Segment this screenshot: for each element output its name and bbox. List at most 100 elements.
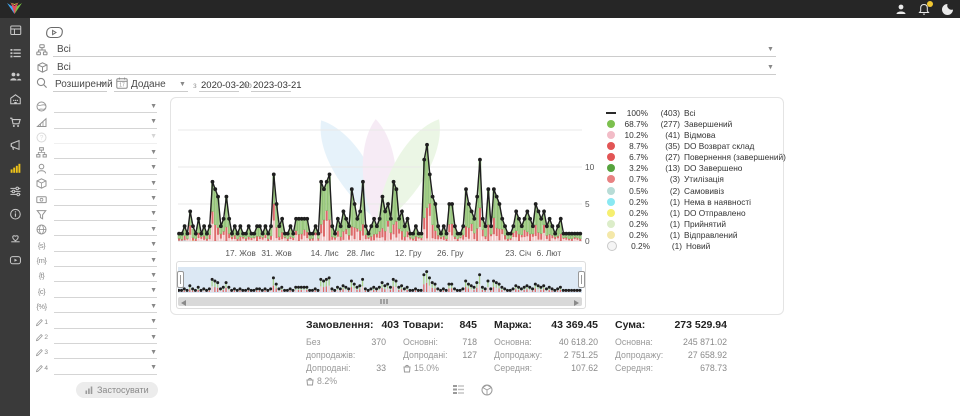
legend-label: Відмова <box>684 130 715 140</box>
filter-dropdown[interactable]: ▼ <box>54 177 157 190</box>
product-filter-field[interactable] <box>53 61 776 75</box>
legend-item[interactable]: 8.7%(35)DO Возврат склад <box>607 140 779 151</box>
filter-dropdown[interactable]: ▼ <box>54 346 157 359</box>
legend-item[interactable]: 0.2%(1)Нема в наявності <box>607 196 779 207</box>
chevron-down-icon: ▼ <box>150 257 157 264</box>
summary-detail-row: Допродані:33 <box>306 362 386 375</box>
filter-row-11[interactable]: {m}▼ <box>30 253 160 268</box>
product-view-icon[interactable] <box>481 384 493 396</box>
filter-dropdown[interactable]: ▼ <box>54 131 157 144</box>
filter-row-9[interactable]: ▼ <box>30 222 160 237</box>
video-tutorials-icon <box>9 254 22 266</box>
chevron-down-icon: ▼ <box>150 149 157 156</box>
filter-row-15[interactable]: 1▼ <box>30 314 160 329</box>
legend-item[interactable]: 0.2%(1)DO Отправлено <box>607 207 779 218</box>
scrollbar-grip[interactable] <box>380 299 388 304</box>
apply-button[interactable]: Застосувати <box>76 382 158 398</box>
legend-dot-swatch <box>607 142 615 150</box>
legend-item[interactable]: 0.7%(3)Утилізація <box>607 174 779 185</box>
date-field-box[interactable] <box>114 78 188 92</box>
filter-dropdown[interactable]: ▼ <box>54 316 157 329</box>
category-tree-icon <box>36 147 47 158</box>
legend-item[interactable]: 0.5%(2)Самовивіз <box>607 185 779 196</box>
filter-row-2[interactable]: ▼ <box>30 114 160 129</box>
filter-row-5[interactable]: ▼ <box>30 161 160 176</box>
upsell-share-badge: 8.2% <box>306 375 386 388</box>
overview-mini-chart[interactable] <box>178 267 582 293</box>
statistics-bars-icon <box>9 162 22 174</box>
search-icon[interactable] <box>36 77 48 89</box>
summary-column: Сума:273 529.94Основна:245 871.02Допрода… <box>615 319 727 388</box>
filter-dropdown[interactable]: ▼ <box>54 208 157 221</box>
filter-row-4[interactable]: ▼ <box>30 145 160 160</box>
brush-handle-left[interactable] <box>177 271 184 288</box>
overview-scrollbar[interactable] <box>178 297 582 306</box>
sidebar-item-store[interactable] <box>0 87 30 110</box>
filter-dropdown[interactable]: ▼ <box>54 362 157 375</box>
filter-row-16[interactable]: 2▼ <box>30 330 160 345</box>
filter-row-14[interactable]: {%}▼ <box>30 299 160 314</box>
filter-dropdown[interactable]: ▼ <box>54 193 157 206</box>
moon-icon[interactable] <box>940 2 954 16</box>
chevron-down-icon[interactable]: ▼ <box>767 64 774 71</box>
filter-row-17[interactable]: 3▼ <box>30 345 160 360</box>
legend-item[interactable]: 68.7%(277)Завершений <box>607 118 779 129</box>
legend-item[interactable]: 0.2%(1)Новий <box>607 241 779 252</box>
filter-row-8[interactable]: ▼ <box>30 207 160 222</box>
filter-row-7[interactable]: ▼ <box>30 191 160 206</box>
bell-icon[interactable] <box>917 2 931 16</box>
sidebar-item-marketing-megaphone[interactable] <box>0 133 30 156</box>
sidebar-item-info[interactable] <box>0 202 30 225</box>
filter-dropdown[interactable]: ▼ <box>54 331 157 344</box>
summary-detail-value: 2 751.25 <box>564 349 598 362</box>
legend-item[interactable]: 0.2%(1)Відправлений <box>607 230 779 241</box>
table-view-icon[interactable] <box>452 384 465 395</box>
legend-count: (13) <box>648 163 680 173</box>
sidebar-item-loyalty-heart[interactable] <box>0 225 30 248</box>
upsell-share-badge: 15.0% <box>403 362 477 375</box>
chevron-down-icon[interactable]: ▼ <box>767 46 774 53</box>
sidebar-item-cart[interactable] <box>0 110 30 133</box>
filter-dropdown[interactable]: ▼ <box>54 269 157 282</box>
filter-dropdown[interactable]: ▼ <box>54 300 157 313</box>
legend-item[interactable]: 0.2%(1)Прийнятий <box>607 218 779 229</box>
legend-label: Новий <box>686 241 710 251</box>
sidebar-item-statistics-bars[interactable] <box>0 156 30 179</box>
legend-item[interactable]: 6.7%(27)Повернення (завершений) <box>607 152 779 163</box>
filter-dropdown[interactable]: ▼ <box>54 254 157 267</box>
legend-item[interactable]: 100%(403)Всі <box>607 107 779 118</box>
legend-count: (3) <box>648 174 680 184</box>
filter-dropdown[interactable]: ▼ <box>54 239 157 252</box>
brush-handle-right[interactable] <box>578 271 585 288</box>
filter-row-13[interactable]: {c}▼ <box>30 284 160 299</box>
filter-row-3[interactable]: ?▼ <box>30 130 160 145</box>
sidebar-item-sliders[interactable] <box>0 179 30 202</box>
video-filter-icon[interactable] <box>44 25 64 40</box>
scroll-left-arrow[interactable] <box>181 300 186 306</box>
filter-dropdown[interactable]: ▼ <box>54 162 157 175</box>
orders-list-icon <box>9 47 22 59</box>
filter-dropdown[interactable]: ▼ <box>54 146 157 159</box>
orders-timeseries-chart[interactable] <box>176 101 584 249</box>
legend-item[interactable]: 3.2%(13)DO Завершено <box>607 163 779 174</box>
scroll-right-arrow[interactable] <box>574 300 579 306</box>
filter-row-6[interactable]: ▼ <box>30 176 160 191</box>
filter-row-12[interactable]: {t}▼ <box>30 268 160 283</box>
filter-dropdown[interactable]: ▼ <box>54 285 157 298</box>
filter-dropdown[interactable]: ▼ <box>54 116 157 129</box>
sidebar-item-orders-list[interactable] <box>0 41 30 64</box>
x-tick-label: 6. Лют <box>537 248 562 258</box>
filter-row-10[interactable]: {s}▼ <box>30 238 160 253</box>
user-icon[interactable] <box>894 2 908 16</box>
search-mode-field[interactable] <box>53 78 107 92</box>
filter-dropdown[interactable]: ▼ <box>54 223 157 236</box>
category-filter-field[interactable] <box>53 43 776 57</box>
sidebar-item-dashboard[interactable] <box>0 18 30 41</box>
sidebar-item-customers[interactable] <box>0 64 30 87</box>
filter-row-1[interactable]: ▼ <box>30 99 160 114</box>
filter-dropdown[interactable]: ▼ <box>54 100 157 113</box>
y-tick-label: 5 <box>585 199 603 209</box>
filter-row-18[interactable]: 4▼ <box>30 361 160 376</box>
sidebar-item-video-tutorials[interactable] <box>0 248 30 271</box>
legend-item[interactable]: 10.2%(41)Відмова <box>607 129 779 140</box>
